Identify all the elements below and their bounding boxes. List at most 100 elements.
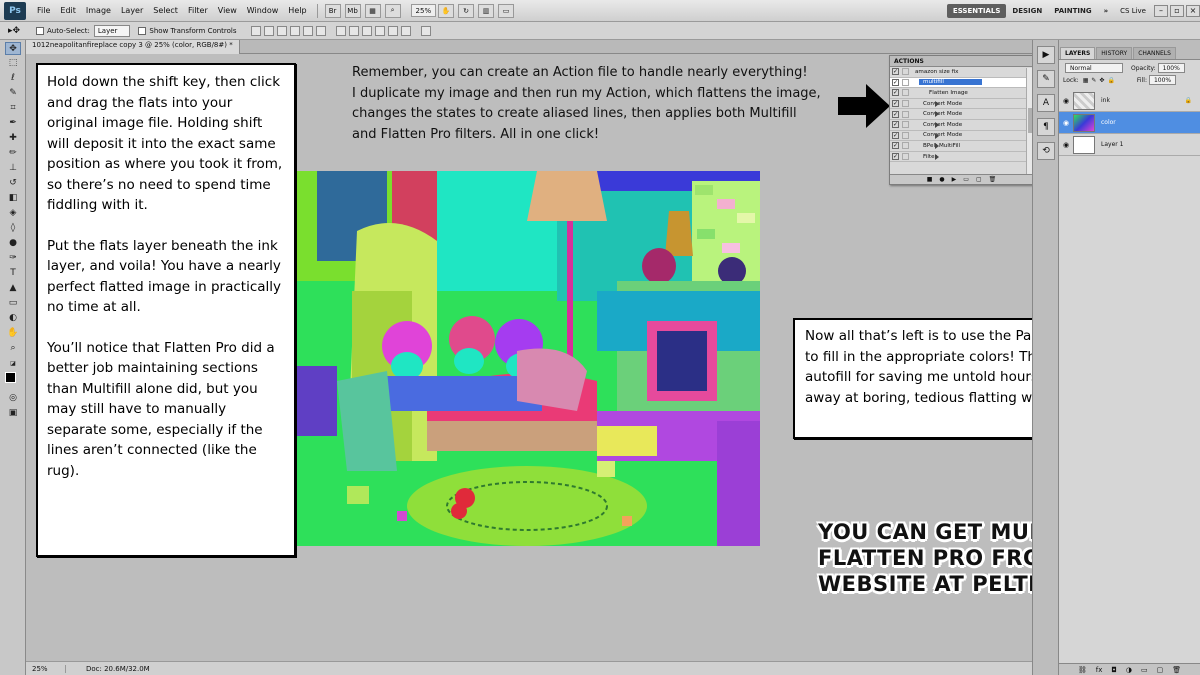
record-icon[interactable]: ● xyxy=(939,175,944,184)
action-step-row[interactable]: ✓ Filter xyxy=(890,152,1033,163)
restore-icon[interactable]: ▫ xyxy=(1170,5,1184,17)
align-top-icon[interactable] xyxy=(250,25,261,36)
workspace-painting[interactable]: PAINTING xyxy=(1048,4,1097,18)
action-enabled-check-icon[interactable]: ✓ xyxy=(892,142,899,150)
layer-style-icon[interactable]: fx xyxy=(1096,664,1103,675)
align-left-icon[interactable] xyxy=(289,25,300,36)
align-right-icon[interactable] xyxy=(315,25,326,36)
marquee-tool-icon[interactable]: ⬚ xyxy=(5,57,21,70)
lock-transparency-icon[interactable]: ▦ xyxy=(1083,77,1089,84)
fill-input[interactable]: 100% xyxy=(1148,75,1177,85)
distribute-right-icon[interactable] xyxy=(400,25,411,36)
history-brush-tool-icon[interactable]: ↺ xyxy=(5,177,21,190)
auto-select-dropdown[interactable]: Layer xyxy=(93,24,131,37)
close-icon[interactable]: × xyxy=(1186,5,1200,17)
distribute-middle-icon[interactable] xyxy=(348,25,359,36)
rectangle-tool-icon[interactable]: ▭ xyxy=(5,297,21,310)
action-enabled-check-icon[interactable]: ✓ xyxy=(892,78,899,86)
menu-help[interactable]: Help xyxy=(283,6,311,15)
layer-row-ink[interactable]: ◉ ink 🔒 xyxy=(1059,90,1200,112)
menu-layer[interactable]: Layer xyxy=(116,6,148,15)
action-enabled-check-icon[interactable]: ✓ xyxy=(892,89,899,97)
opacity-input[interactable]: 100% xyxy=(1157,63,1185,73)
default-colors-icon[interactable]: ◪ xyxy=(5,357,21,370)
color-swatches-icon[interactable] xyxy=(5,372,21,390)
action-step-row[interactable]: ✓ Convert Mode xyxy=(890,120,1033,131)
action-dialog-toggle[interactable] xyxy=(902,110,909,118)
action-dialog-toggle[interactable] xyxy=(902,153,909,161)
quick-selection-tool-icon[interactable]: ✎ xyxy=(5,87,21,100)
eyedropper-tool-icon[interactable]: ✒ xyxy=(5,117,21,130)
menu-file[interactable]: File xyxy=(32,6,55,15)
auto-select-checkbox[interactable] xyxy=(36,26,44,35)
minimize-icon[interactable]: – xyxy=(1154,5,1168,17)
clone-stamp-tool-icon[interactable]: ⊥ xyxy=(5,162,21,175)
hand-tool-icon[interactable]: ✋ xyxy=(5,327,21,340)
action-dialog-toggle[interactable] xyxy=(902,89,909,97)
action-enabled-check-icon[interactable]: ✓ xyxy=(892,110,899,118)
action-step-row[interactable]: ✓ Convert Mode xyxy=(890,109,1033,120)
lock-all-icon[interactable]: 🔒 xyxy=(1107,77,1114,84)
new-action-icon[interactable]: ▢ xyxy=(976,175,982,184)
path-selection-tool-icon[interactable]: ▲ xyxy=(5,282,21,295)
action-dialog-toggle[interactable] xyxy=(902,78,909,86)
visibility-eye-icon[interactable]: ◉ xyxy=(1059,97,1073,105)
new-layer-icon[interactable]: ▢ xyxy=(1157,664,1164,675)
tab-layers[interactable]: LAYERS xyxy=(1060,47,1096,59)
visibility-eye-icon[interactable]: ◉ xyxy=(1059,119,1073,127)
lock-position-icon[interactable]: ✥ xyxy=(1099,77,1104,84)
auto-align-icon[interactable] xyxy=(420,25,431,36)
crop-tool-icon[interactable]: ⌗ xyxy=(5,102,21,115)
tab-channels[interactable]: CHANNELS xyxy=(1133,47,1176,59)
document-tab[interactable]: 1012neapolitanfireplace copy 3 @ 25% (co… xyxy=(26,40,240,54)
action-dialog-toggle[interactable] xyxy=(902,142,909,150)
delete-action-icon[interactable]: 🗑 xyxy=(989,175,997,184)
move-tool-preset-icon[interactable]: ▸✥ xyxy=(8,26,28,36)
lasso-tool-icon[interactable]: ℓ xyxy=(5,72,21,85)
show-transform-checkbox[interactable] xyxy=(138,26,147,35)
zoom-level-icon[interactable]: ⌕ xyxy=(384,3,401,18)
screen-mode-tool-icon[interactable]: ▣ xyxy=(5,407,21,420)
menu-select[interactable]: Select xyxy=(148,6,183,15)
menu-filter[interactable]: Filter xyxy=(183,6,213,15)
align-middle-icon[interactable] xyxy=(263,25,274,36)
view-extras-icon[interactable]: ▦ xyxy=(364,3,381,18)
menu-edit[interactable]: Edit xyxy=(55,6,81,15)
dodge-tool-icon[interactable]: ● xyxy=(5,237,21,250)
action-row[interactable]: ✓ amazon size fix xyxy=(890,67,1033,78)
move-tool-icon[interactable]: ✥ xyxy=(5,42,21,55)
visibility-eye-icon[interactable]: ◉ xyxy=(1059,141,1073,149)
quick-mask-icon[interactable]: ◎ xyxy=(5,392,21,405)
status-zoom[interactable]: 25% xyxy=(26,664,66,673)
character-panel-icon[interactable]: A xyxy=(1037,94,1055,112)
align-bottom-icon[interactable] xyxy=(276,25,287,36)
action-step-row[interactable]: ✓ BPelt MultiFill xyxy=(890,141,1033,152)
blend-mode-select[interactable]: Normal xyxy=(1065,63,1123,73)
play-icon[interactable]: ▶ xyxy=(952,175,957,184)
layer-mask-icon[interactable]: ◘ xyxy=(1111,664,1117,675)
distribute-left-icon[interactable] xyxy=(374,25,385,36)
screen-mode-icon[interactable]: ▭ xyxy=(498,3,515,18)
tab-history[interactable]: HISTORY xyxy=(1096,47,1133,59)
workspace-more-icon[interactable]: » xyxy=(1098,4,1115,18)
lock-pixels-icon[interactable]: ✎ xyxy=(1091,77,1096,84)
action-enabled-check-icon[interactable]: ✓ xyxy=(892,68,899,76)
link-layers-icon[interactable]: ⛓ xyxy=(1078,664,1087,675)
history-panel-icon[interactable]: ⟲ xyxy=(1037,142,1055,160)
brush-presets-icon[interactable]: ✎ xyxy=(1037,70,1055,88)
adjustment-layer-icon[interactable]: ◑ xyxy=(1126,664,1132,675)
align-center-icon[interactable] xyxy=(302,25,313,36)
pen-tool-icon[interactable]: ✑ xyxy=(5,252,21,265)
workspace-design[interactable]: DESIGN xyxy=(1006,4,1048,18)
blur-tool-icon[interactable]: ◊ xyxy=(5,222,21,235)
rotate-view-icon[interactable]: ↻ xyxy=(458,3,475,18)
action-dialog-toggle[interactable] xyxy=(902,121,909,129)
paragraph-panel-icon[interactable]: ¶ xyxy=(1037,118,1055,136)
type-tool-icon[interactable]: T xyxy=(5,267,21,280)
action-step-row[interactable]: ✓ Convert Mode xyxy=(890,99,1033,110)
cs-live-button[interactable]: CS Live xyxy=(1120,7,1146,15)
healing-brush-tool-icon[interactable]: ✚ xyxy=(5,132,21,145)
menu-window[interactable]: Window xyxy=(242,6,284,15)
action-dialog-toggle[interactable] xyxy=(902,131,909,139)
layer-row-layer-1[interactable]: ◉ Layer 1 xyxy=(1059,134,1200,156)
